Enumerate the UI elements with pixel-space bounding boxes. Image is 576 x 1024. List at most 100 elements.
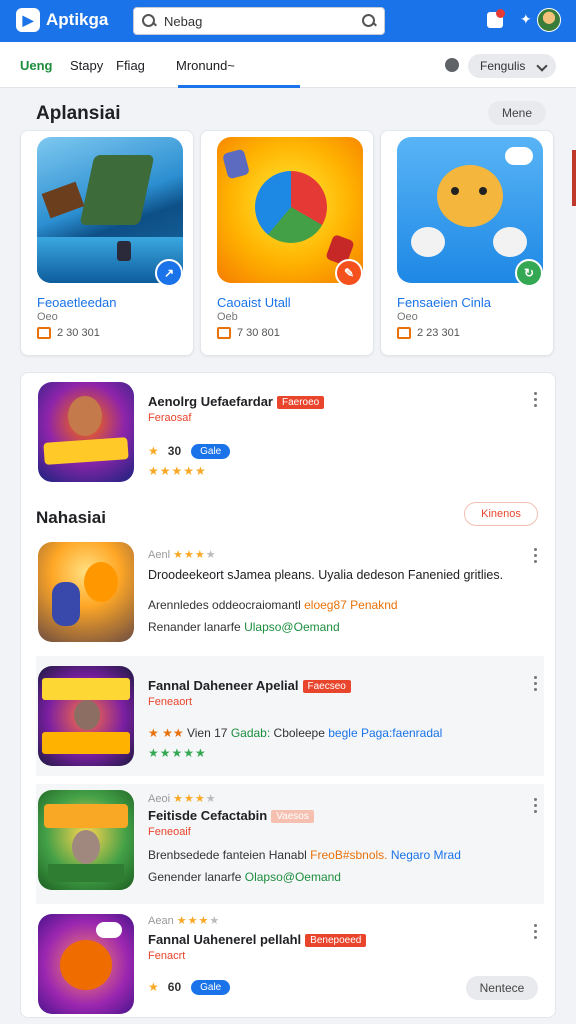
item-info-line: ★ ★★ Vien 17 Gadab: Cboleepe begle Paga:… — [148, 726, 442, 740]
tab-3[interactable]: Mronund~ — [176, 58, 235, 73]
game-icon — [38, 666, 134, 766]
info-highlight: eloeg87 — [304, 598, 347, 612]
item-subtitle: Fenacrt — [148, 950, 186, 962]
more-options-icon[interactable] — [534, 548, 538, 564]
info-link[interactable]: Negaro Mrad — [391, 848, 461, 862]
info-text: Cboleepe — [273, 726, 325, 740]
install-pill[interactable]: Gale — [191, 444, 231, 460]
search-bar[interactable] — [133, 7, 385, 35]
info-text: Renander lanarfe — [148, 620, 241, 634]
scroll-accent — [572, 150, 576, 206]
download-icon — [217, 327, 231, 339]
card-subtitle: Oeo — [37, 311, 58, 323]
tab-indicator — [178, 85, 300, 88]
item-subtitle: Feneoaif — [148, 826, 191, 838]
game-icon — [38, 790, 134, 890]
game-icon — [38, 382, 134, 482]
sparkle-icon[interactable]: ✦ — [520, 11, 532, 28]
tab-1[interactable]: Stapy — [70, 58, 103, 73]
list-item[interactable]: Aeoi ★★★★ Feitisde Cefactabin Vaesos Fene… — [36, 784, 544, 904]
refresh-icon[interactable]: ↻ — [515, 259, 543, 287]
tab-2[interactable]: Ffiag — [116, 58, 145, 73]
more-options-icon[interactable] — [534, 392, 538, 408]
rating-row: Aeoi ★★★★ — [148, 793, 216, 805]
item-tag: Benepoeed — [305, 934, 367, 948]
item-title-text: Fannal Uahenerel pellahl — [148, 932, 302, 947]
item-info-line: Arennledes oddeocraiomantl eloeg87 Penak… — [148, 598, 398, 612]
card-subtitle: Oeb — [217, 311, 238, 323]
more-options-icon[interactable] — [534, 798, 538, 814]
item-tag: Faeroeo — [276, 396, 325, 410]
show-more-button[interactable]: Nentece — [466, 976, 538, 1000]
list-item[interactable]: Aean ★★★★ Fannal Uahenerel pellahl Benepo… — [36, 910, 544, 1014]
info-highlight: Penaknd — [350, 598, 398, 612]
developer-link[interactable]: Olapso@Oemand — [245, 870, 341, 884]
play-logo-icon: ▶ — [16, 8, 40, 32]
list-item[interactable]: Aenl ★★★★ Droodeekeort sJamea pleans. Uy… — [36, 542, 544, 646]
card-stats: 2 30 301 — [57, 327, 100, 339]
card-title: Feoaetleedan — [37, 295, 117, 310]
item-subtitle: Feraosaf — [148, 412, 192, 424]
card-meta: 7 30 801 — [217, 327, 280, 339]
info-text: Brenbsedede fanteien Hanabl — [148, 848, 307, 862]
item-info-line: Renander lanarfe Ulapso@Oemand — [148, 620, 340, 634]
settings-icon[interactable] — [445, 58, 459, 72]
info-link[interactable]: begle Paga:faenradal — [328, 726, 442, 740]
rating-value: 30 — [167, 444, 182, 458]
info-highlight: FreoB#sbnols. — [310, 848, 388, 862]
item-title: Fannal Uahenerel pellahl Benepoeed — [148, 932, 367, 948]
more-button[interactable]: Mene — [488, 101, 546, 125]
card-stats: 2 23 301 — [417, 327, 460, 339]
rating-row: ★ 60 Gale — [148, 980, 231, 996]
item-subtitle: Feneaort — [148, 696, 193, 708]
app-logo[interactable]: ▶ Aptikga — [16, 8, 108, 32]
download-icon — [397, 327, 411, 339]
chevron-down-icon — [536, 60, 548, 72]
section-button[interactable]: Kinenos — [464, 502, 538, 526]
item-tag: Vaesos — [271, 810, 314, 824]
item-title-text: Aenolrg Uefaefardar — [148, 394, 273, 409]
star-rating: ★★★★★ — [148, 464, 207, 478]
app-card[interactable]: ✎ Caoaist Utall Oeb 7 30 801 — [200, 130, 374, 356]
edit-icon[interactable]: ✎ — [335, 259, 363, 287]
install-pill[interactable]: Gale — [191, 980, 231, 996]
section-title: Nahasiai — [36, 508, 106, 527]
rating-label: Aeoi — [148, 793, 171, 805]
game-icon — [38, 542, 134, 642]
app-card[interactable]: ↻ Fensaeien Cinla Oeo 2 23 301 — [380, 130, 554, 356]
app-card[interactable]: ↗ Feoaetleedan Oeo 2 30 301 — [20, 130, 194, 356]
star-rating: ★ ★★ — [148, 726, 184, 740]
rating-value: 60 — [167, 980, 182, 994]
rating-row: ★ 30 Gale — [148, 444, 231, 460]
list-item[interactable]: Fannal Daheneer Apelial Faecseo Feneaort … — [36, 656, 544, 776]
tab-0[interactable]: Ueng — [20, 58, 53, 73]
info-highlight: Gadab: — [230, 726, 271, 740]
info-text: Genender lanarfe — [148, 870, 242, 884]
search-submit-icon[interactable] — [362, 14, 376, 28]
star-rating: ★★★★★ — [148, 746, 207, 760]
card-title: Fensaeien Cinla — [397, 295, 491, 310]
card-subtitle: Oeo — [397, 311, 418, 323]
card-meta: 2 23 301 — [397, 327, 460, 339]
card-meta: 2 30 301 — [37, 327, 100, 339]
filter-dropdown[interactable]: Fengulis — [468, 54, 556, 78]
search-icon — [142, 14, 156, 28]
search-input[interactable] — [164, 13, 356, 29]
item-title: Aenolrg Uefaefardar Faeroeo — [148, 394, 325, 410]
more-options-icon[interactable] — [534, 924, 538, 940]
info-text: Vien — [186, 726, 211, 740]
item-title: Feitisde Cefactabin Vaesos — [148, 808, 314, 824]
download-icon — [37, 327, 51, 339]
list-item[interactable]: Aenolrg Uefaefardar Faeroeo Feraosaf ★ 30 G… — [36, 382, 544, 486]
item-title-text: Fannal Daheneer Apelial — [148, 678, 299, 693]
developer-link[interactable]: Ulapso@Oemand — [244, 620, 340, 634]
rating-row: Aenl ★★★★ — [148, 549, 216, 561]
rating-label: Aean — [148, 915, 174, 927]
item-description: Droodeekeort sJamea pleans. Uyalia dedes… — [148, 568, 504, 582]
info-number: 17 — [214, 726, 228, 740]
share-icon[interactable]: ↗ — [155, 259, 183, 287]
more-options-icon[interactable] — [534, 676, 538, 692]
user-avatar[interactable] — [537, 8, 561, 32]
section-title: Aplansiai — [36, 103, 121, 124]
item-title-text: Feitisde Cefactabin — [148, 808, 268, 823]
